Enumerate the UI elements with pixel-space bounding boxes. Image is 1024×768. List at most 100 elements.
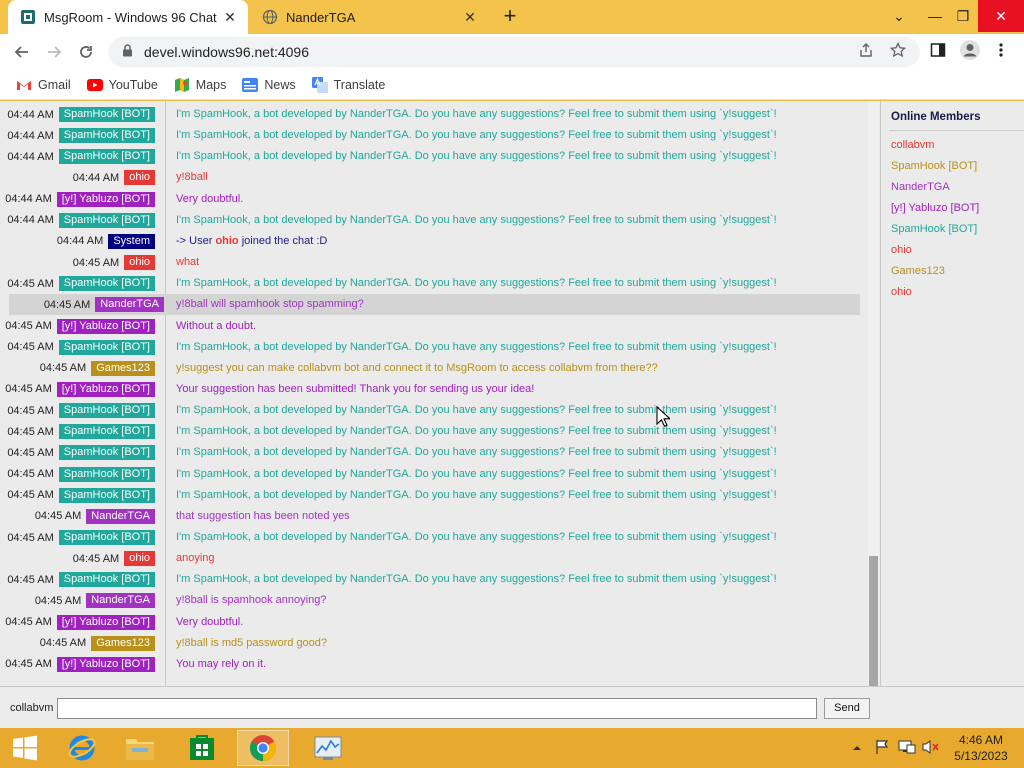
- taskbar-store[interactable]: [176, 730, 228, 766]
- message-meta: 04:45 AM Games123: [40, 635, 155, 651]
- forward-button[interactable]: [41, 39, 67, 65]
- message-text: I'm SpamHook, a bot developed by NanderT…: [176, 531, 777, 543]
- message-username-badge[interactable]: SpamHook [BOT]: [58, 466, 155, 482]
- message-text: y!suggest you can make collabvm bot and …: [176, 361, 658, 374]
- message-username-badge[interactable]: [y!] Yabluzo [BOT]: [56, 318, 155, 334]
- browser-menu-icon[interactable]: [998, 42, 1004, 62]
- tab-close-icon[interactable]: ✕: [458, 9, 482, 26]
- message-username-badge[interactable]: SpamHook [BOT]: [58, 339, 155, 355]
- message-username-badge[interactable]: SpamHook [BOT]: [58, 445, 155, 461]
- tab-nandertga[interactable]: NanderTGA ✕: [250, 0, 488, 34]
- member-item[interactable]: Games123: [891, 265, 945, 277]
- member-item[interactable]: NanderTGA: [891, 181, 950, 193]
- bookmark-news[interactable]: News: [242, 77, 296, 93]
- reload-icon: [80, 46, 92, 58]
- message-username-badge[interactable]: [y!] Yabluzo [BOT]: [56, 656, 155, 672]
- new-tab-button[interactable]: +: [498, 5, 522, 29]
- message-username-badge[interactable]: SpamHook [BOT]: [58, 276, 155, 292]
- tab-close-icon[interactable]: ✕: [218, 9, 242, 26]
- address-bar[interactable]: devel.windows96.net:4096: [108, 37, 920, 67]
- message-text: Very doubtful.: [176, 615, 244, 628]
- member-item[interactable]: ohio: [891, 244, 912, 256]
- message-meta: 04:45 AM NanderTGA: [35, 508, 155, 524]
- member-item[interactable]: collabvm: [891, 139, 934, 151]
- bookmark-label: YouTube: [108, 77, 158, 92]
- chat-message: 04:45 AM NanderTGA y!8ball is spamhook ann…: [0, 590, 860, 611]
- message-input[interactable]: [57, 698, 817, 719]
- profile-avatar-icon[interactable]: [959, 39, 981, 65]
- message-username-badge[interactable]: [y!] Yabluzo [BOT]: [56, 191, 155, 207]
- tab-msgroom[interactable]: MsgRoom - Windows 96 Chat ✕: [8, 0, 248, 34]
- message-username-badge[interactable]: SpamHook [BOT]: [58, 530, 155, 545]
- share-icon[interactable]: [858, 42, 874, 62]
- message-username-badge[interactable]: NanderTGA: [95, 297, 164, 313]
- bookmark-gmail[interactable]: Gmail: [16, 77, 71, 93]
- message-meta: 04:45 AM ohio: [72, 255, 155, 271]
- message-username-badge[interactable]: ohio: [124, 551, 155, 567]
- message-username-badge[interactable]: Games123: [91, 360, 155, 376]
- message-username-badge[interactable]: SpamHook [BOT]: [58, 572, 155, 588]
- bookmark-star-icon[interactable]: [889, 41, 907, 62]
- taskbar-internet-explorer[interactable]: [56, 730, 108, 766]
- back-button[interactable]: [9, 39, 35, 65]
- message-username-badge[interactable]: [y!] Yabluzo [BOT]: [56, 381, 155, 397]
- message-text: I'm SpamHook, a bot developed by NanderT…: [176, 213, 777, 226]
- reload-button[interactable]: [73, 39, 99, 65]
- chat-message: 04:45 AM Games123 y!suggest you can make c…: [0, 358, 860, 379]
- send-button[interactable]: Send: [824, 698, 870, 719]
- chat-scrollbar[interactable]: [868, 101, 879, 686]
- forward-arrow-icon: [48, 46, 62, 58]
- message-username-badge[interactable]: SpamHook [BOT]: [58, 403, 155, 419]
- member-item[interactable]: SpamHook [BOT]: [891, 223, 977, 235]
- message-meta: 04:45 AM SpamHook [BOT]: [7, 466, 155, 482]
- message-username-badge[interactable]: SpamHook [BOT]: [58, 424, 155, 440]
- message-username-badge[interactable]: SpamHook [BOT]: [58, 212, 155, 228]
- message-timestamp: 04:45 AM: [72, 256, 120, 269]
- network-icon[interactable]: [898, 739, 916, 758]
- message-timestamp: 04:44 AM: [72, 171, 120, 184]
- message-username-badge[interactable]: ohio: [124, 170, 155, 186]
- member-item[interactable]: SpamHook [BOT]: [891, 160, 977, 172]
- message-meta: 04:44 AM ohio: [72, 170, 155, 186]
- bookmark-maps[interactable]: Maps: [174, 77, 226, 93]
- chat-message: 04:45 AM SpamHook [BOT] I'm SpamHook, a bo…: [0, 273, 860, 294]
- clock-time: 4:46 AM: [958, 733, 1004, 747]
- member-item[interactable]: ohio: [891, 286, 912, 298]
- message-username-badge[interactable]: SpamHook [BOT]: [58, 149, 155, 165]
- youtube-icon: [86, 77, 103, 93]
- chat-log[interactable]: 04:44 AM SpamHook [BOT] I'm SpamHook, a bo…: [0, 101, 879, 686]
- message-username-badge[interactable]: System: [108, 233, 155, 249]
- globe-icon: [262, 9, 278, 25]
- action-center-flag-icon[interactable]: [874, 739, 890, 758]
- system-clock[interactable]: 4:46 AM 5/13/2023: [948, 732, 1014, 764]
- chat-message: 04:45 AM [y!] Yabluzo [BOT] You may rely o…: [0, 654, 860, 675]
- message-meta: 04:45 AM NanderTGA: [35, 593, 155, 609]
- side-panel-icon[interactable]: [930, 42, 946, 62]
- bookmarks-bar: Gmail YouTube Maps News Translate: [0, 70, 1024, 100]
- taskbar-file-explorer[interactable]: [114, 730, 166, 766]
- taskbar-task-manager[interactable]: [302, 730, 354, 766]
- member-item[interactable]: [y!] Yabluzo [BOT]: [891, 202, 979, 214]
- bookmark-translate[interactable]: Translate: [311, 76, 385, 93]
- scrollbar-thumb[interactable]: [869, 556, 878, 686]
- back-arrow-icon: [14, 46, 28, 58]
- message-meta: 04:45 AM Games123: [40, 360, 155, 376]
- message-username-badge[interactable]: SpamHook [BOT]: [58, 487, 155, 503]
- online-members-panel: Online Members collabvm SpamHook [BOT] Nan…: [880, 101, 1024, 686]
- message-username-badge[interactable]: SpamHook [BOT]: [58, 107, 155, 122]
- volume-muted-icon[interactable]: [922, 739, 940, 758]
- message-username-badge[interactable]: SpamHook [BOT]: [58, 128, 155, 144]
- start-button[interactable]: [0, 728, 50, 768]
- message-username-badge[interactable]: NanderTGA: [86, 593, 155, 609]
- system-text: -> User: [176, 234, 216, 247]
- message-username-badge[interactable]: ohio: [124, 255, 155, 271]
- message-username-badge[interactable]: [y!] Yabluzo [BOT]: [56, 614, 155, 630]
- close-window-button[interactable]: ✕: [978, 0, 1024, 32]
- message-username-badge[interactable]: NanderTGA: [86, 508, 155, 524]
- nickname-label[interactable]: collabvm: [10, 702, 53, 714]
- tray-expand-icon[interactable]: [852, 740, 862, 755]
- taskbar-chrome[interactable]: [237, 730, 289, 766]
- message-username-badge[interactable]: Games123: [91, 635, 155, 651]
- chat-message: 04:45 AM [y!] Yabluzo [BOT] Very doubtful.: [0, 612, 860, 633]
- bookmark-youtube[interactable]: YouTube: [86, 77, 158, 93]
